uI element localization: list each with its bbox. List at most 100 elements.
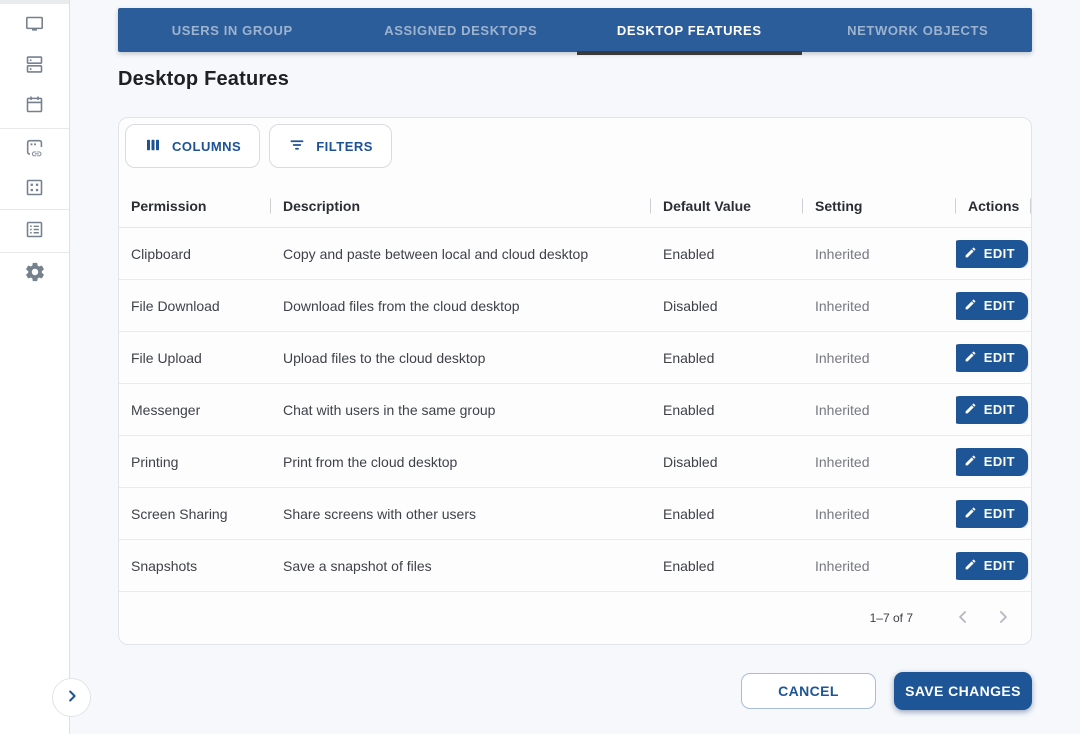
column-header-actions[interactable]: Actions — [956, 184, 1031, 227]
cell-setting: Inherited — [803, 246, 956, 262]
cell-default-value: Enabled — [651, 506, 803, 522]
cell-description: Share screens with other users — [271, 506, 651, 522]
cell-default-value: Enabled — [651, 350, 803, 366]
sidebar-group-2 — [0, 128, 69, 209]
cell-permission: Screen Sharing — [119, 506, 271, 522]
pencil-icon — [964, 350, 977, 366]
cell-default-value: Enabled — [651, 246, 803, 262]
tab-users-in-group[interactable]: USERS IN GROUP — [118, 8, 347, 52]
pencil-icon — [964, 558, 977, 574]
column-header-description[interactable]: Description — [271, 184, 651, 227]
tab-network-objects[interactable]: NETWORK OBJECTS — [804, 8, 1033, 52]
cell-setting: Inherited — [803, 298, 956, 314]
apps-grid-icon — [24, 177, 45, 201]
cell-setting: Inherited — [803, 454, 956, 470]
edit-button[interactable]: EDIT — [956, 448, 1028, 476]
tab-assigned-desktops[interactable]: ASSIGNED DESKTOPS — [347, 8, 576, 52]
edit-button[interactable]: EDIT — [956, 344, 1028, 372]
calendar-icon — [24, 94, 45, 118]
tab-label: ASSIGNED DESKTOPS — [384, 23, 537, 38]
cell-setting: Inherited — [803, 506, 956, 522]
edit-button[interactable]: EDIT — [956, 500, 1028, 528]
cell-default-value: Disabled — [651, 454, 803, 470]
sidebar-item-desktops[interactable] — [0, 6, 69, 46]
chevron-right-icon — [63, 687, 81, 708]
sidebar-item-list[interactable] — [0, 211, 69, 251]
sidebar-group-1 — [0, 4, 69, 128]
pagination-previous-button[interactable] — [949, 604, 977, 632]
save-changes-button[interactable]: SAVE CHANGES — [894, 672, 1032, 710]
table-row: Printing Print from the cloud desktop Di… — [119, 436, 1031, 488]
desktop-features-card: COLUMNS FILTERS Permission Description D… — [118, 117, 1032, 645]
cell-actions: EDIT — [956, 448, 1031, 476]
sidebar-expand-button[interactable] — [52, 678, 91, 717]
edit-button[interactable]: EDIT — [956, 292, 1028, 320]
filter-icon — [288, 136, 306, 157]
chevron-right-icon — [993, 607, 1013, 630]
settings-gear-icon — [24, 261, 46, 286]
sidebar-item-group-link[interactable] — [0, 129, 69, 169]
servers-icon — [24, 54, 45, 78]
cell-setting: Inherited — [803, 402, 956, 418]
tab-label: USERS IN GROUP — [172, 23, 293, 38]
edit-button-label: EDIT — [984, 506, 1015, 521]
sidebar-item-settings[interactable] — [0, 253, 69, 293]
cell-actions: EDIT — [956, 240, 1031, 268]
cancel-button[interactable]: CANCEL — [741, 673, 876, 709]
sidebar-group-4 — [0, 252, 69, 293]
tab-desktop-features[interactable]: DESKTOP FEATURES — [575, 8, 804, 52]
pagination: 1–7 of 7 — [119, 592, 1031, 644]
pencil-icon — [964, 298, 977, 314]
table-row: File Download Download files from the cl… — [119, 280, 1031, 332]
cell-actions: EDIT — [956, 344, 1031, 372]
table-row: Clipboard Copy and paste between local a… — [119, 228, 1031, 280]
filters-button-label: FILTERS — [316, 139, 373, 154]
monitor-icon — [24, 14, 45, 38]
table-row: Messenger Chat with users in the same gr… — [119, 384, 1031, 436]
table-body: Clipboard Copy and paste between local a… — [119, 228, 1031, 592]
cell-default-value: Enabled — [651, 558, 803, 574]
columns-button[interactable]: COLUMNS — [125, 124, 260, 168]
column-header-default-value[interactable]: Default Value — [651, 184, 803, 227]
cell-setting: Inherited — [803, 350, 956, 366]
pencil-icon — [964, 402, 977, 418]
filters-button[interactable]: FILTERS — [269, 124, 392, 168]
column-header-setting[interactable]: Setting — [803, 184, 956, 227]
columns-button-label: COLUMNS — [172, 139, 241, 154]
table-row: File Upload Upload files to the cloud de… — [119, 332, 1031, 384]
edit-button[interactable]: EDIT — [956, 396, 1028, 424]
column-header-permission[interactable]: Permission — [119, 184, 271, 227]
pagination-range-label: 1–7 of 7 — [870, 611, 913, 625]
cell-actions: EDIT — [956, 500, 1031, 528]
cell-description: Download files from the cloud desktop — [271, 298, 651, 314]
cell-setting: Inherited — [803, 558, 956, 574]
sidebar-item-schedule[interactable] — [0, 86, 69, 126]
edit-button-label: EDIT — [984, 246, 1015, 261]
pencil-icon — [964, 246, 977, 262]
edit-button-label: EDIT — [984, 298, 1015, 313]
tab-label: NETWORK OBJECTS — [847, 23, 988, 38]
cell-description: Copy and paste between local and cloud d… — [271, 246, 651, 262]
sidebar-item-apps[interactable] — [0, 169, 69, 209]
page-title: Desktop Features — [118, 68, 289, 91]
tab-bar: USERS IN GROUP ASSIGNED DESKTOPS DESKTOP… — [118, 8, 1032, 52]
pencil-icon — [964, 506, 977, 522]
grid-toolbar: COLUMNS FILTERS — [119, 118, 1031, 184]
cell-permission: Printing — [119, 454, 271, 470]
active-tab-indicator — [577, 51, 802, 55]
edit-button[interactable]: EDIT — [956, 552, 1028, 580]
cell-description: Print from the cloud desktop — [271, 454, 651, 470]
cell-default-value: Enabled — [651, 402, 803, 418]
sidebar-group-3 — [0, 209, 69, 252]
sidebar-item-servers[interactable] — [0, 46, 69, 86]
group-link-icon — [24, 137, 46, 162]
cell-permission: Clipboard — [119, 246, 271, 262]
table-header-row: Permission Description Default Value Set… — [119, 184, 1031, 228]
edit-button-label: EDIT — [984, 454, 1015, 469]
edit-button-label: EDIT — [984, 402, 1015, 417]
cell-description: Chat with users in the same group — [271, 402, 651, 418]
cell-permission: Snapshots — [119, 558, 271, 574]
cell-actions: EDIT — [956, 292, 1031, 320]
pagination-next-button[interactable] — [989, 604, 1017, 632]
edit-button[interactable]: EDIT — [956, 240, 1028, 268]
